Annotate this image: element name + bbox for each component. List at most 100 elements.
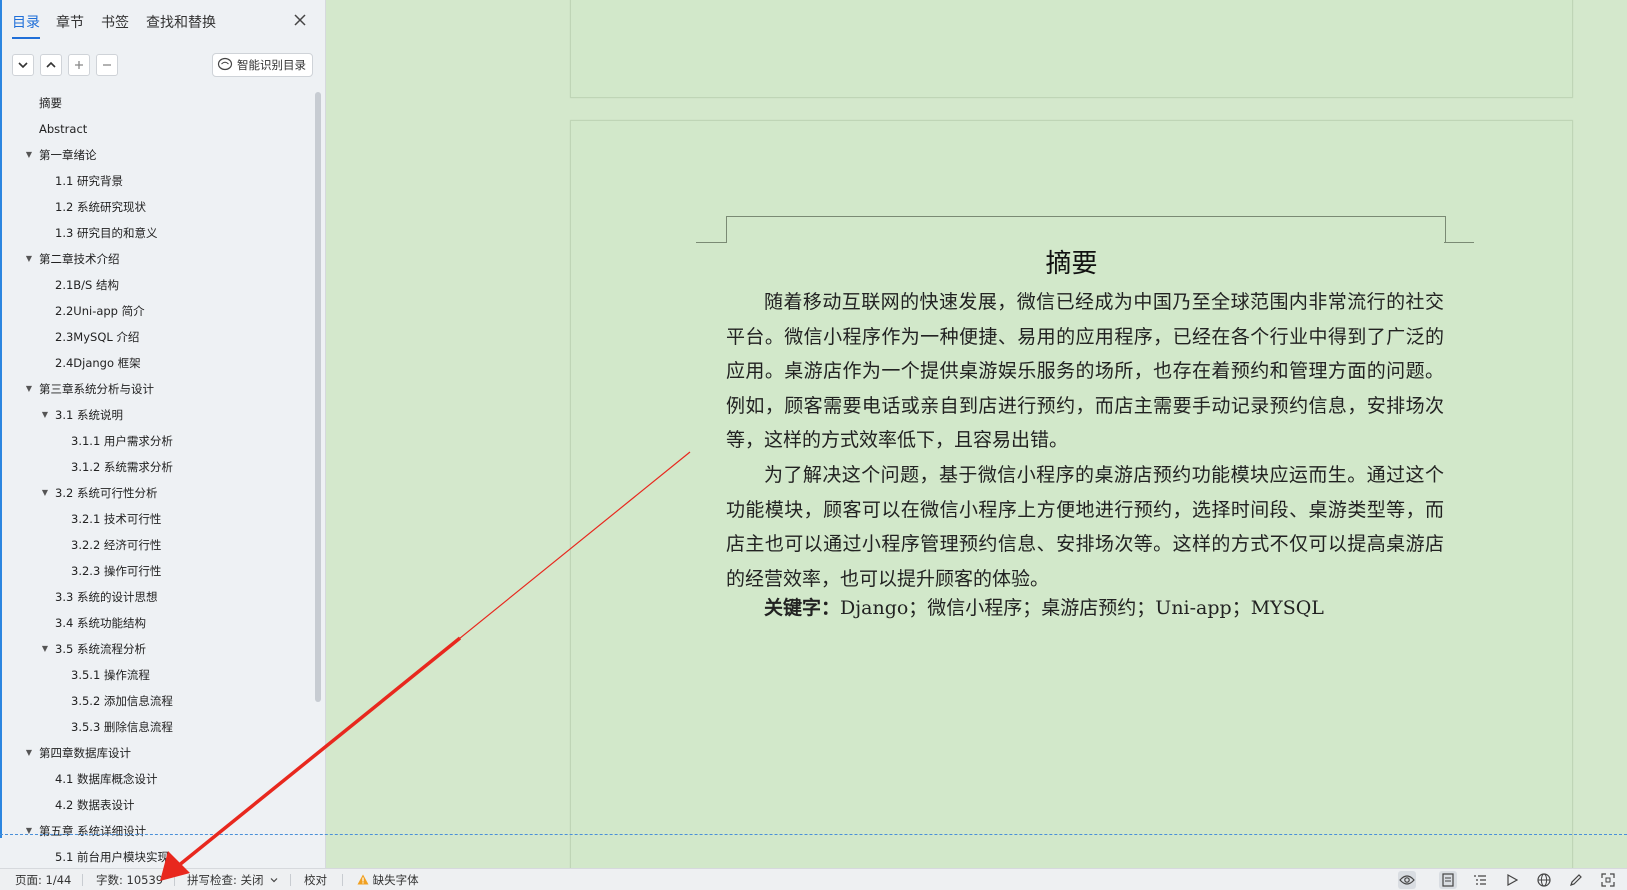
toc-item-label: 3.5.2 添加信息流程 <box>71 694 173 708</box>
toc-item-label: 3.2.2 经济可行性 <box>71 538 162 552</box>
toc-item[interactable]: 3.1.1 用户需求分析 <box>0 430 300 452</box>
toc-item[interactable]: 1.2 系统研究现状 <box>0 196 300 218</box>
tab-find-replace[interactable]: 查找和替换 <box>146 12 216 32</box>
page-header-frame <box>726 216 1446 243</box>
document-canvas[interactable]: 摘要 随着移动互联网的快速发展，微信已经成为中国乃至全球范围内非常流行的社交平台… <box>326 0 1627 868</box>
toc-item-label: 1.1 研究背景 <box>55 174 123 188</box>
toc-item[interactable]: 2.2Uni-app 简介 <box>0 300 300 322</box>
chevron-down-icon <box>270 878 278 883</box>
keywords-text: Django；微信小程序；桌游店预约；Uni-app；MYSQL <box>840 597 1324 619</box>
toc-item-label: 3.3 系统的设计思想 <box>55 590 158 604</box>
toc-item-label: 4.2 数据表设计 <box>55 798 135 812</box>
tab-bookmarks[interactable]: 书签 <box>101 12 129 32</box>
toc-item[interactable]: 2.4Django 框架 <box>0 352 300 374</box>
page-indicator[interactable]: 页面: 1/44 <box>15 872 71 888</box>
toc-item-label: 3.5.3 删除信息流程 <box>71 720 173 734</box>
toc-item-label: 3.2.3 操作可行性 <box>71 564 162 578</box>
toc-item-label: 3.1.2 系统需求分析 <box>71 460 173 474</box>
sidebar-scrollbar[interactable] <box>315 92 321 702</box>
status-divider <box>174 874 175 886</box>
status-bar: 页面: 1/44 字数: 10539 拼写检查: 关闭 校对 缺失字体 <box>0 868 1627 890</box>
caret-down-icon[interactable]: ▼ <box>24 742 34 764</box>
spell-check-label: 拼写检查: 关闭 <box>187 873 264 887</box>
caret-down-icon[interactable]: ▼ <box>24 248 34 270</box>
status-divider <box>82 874 83 886</box>
toc-item[interactable]: ▼ 第五章 系统详细设计 <box>0 820 300 842</box>
toc-item[interactable]: 3.1.2 系统需求分析 <box>0 456 300 478</box>
caret-down-icon[interactable]: ▼ <box>24 820 34 842</box>
document-page-previous <box>570 0 1573 98</box>
toc-item-label: 4.1 数据库概念设计 <box>55 772 158 786</box>
tab-chapters[interactable]: 章节 <box>56 12 84 32</box>
globe-icon[interactable] <box>1535 871 1553 889</box>
eye-icon[interactable] <box>1398 871 1416 889</box>
abstract-paragraph-1: 随着移动互联网的快速发展，微信已经成为中国乃至全球范围内非常流行的社交平台。微信… <box>726 291 1444 451</box>
sidebar-tabs: 目录 章节 书签 查找和替换 <box>0 0 325 44</box>
toc-item[interactable]: 4.2 数据表设计 <box>0 794 300 816</box>
word-count[interactable]: 字数: 10539 <box>96 872 163 888</box>
status-divider <box>342 874 343 886</box>
page-break-guide <box>0 834 1627 835</box>
toc-item[interactable]: 4.1 数据库概念设计 <box>0 768 300 790</box>
toc-item-label: 第二章技术介绍 <box>39 252 120 266</box>
spell-check-toggle[interactable]: 拼写检查: 关闭 <box>187 872 278 888</box>
keywords-line: 关键字：Django；微信小程序；桌游店预约；Uni-app；MYSQL <box>726 591 1444 625</box>
close-icon[interactable] <box>291 11 309 29</box>
toc-item[interactable]: ▼ 第一章绪论 <box>0 144 300 166</box>
toc-item[interactable]: 3.5.1 操作流程 <box>0 664 300 686</box>
toc-item[interactable]: 1.3 研究目的和意义 <box>0 222 300 244</box>
caret-down-icon[interactable]: ▼ <box>40 482 50 504</box>
toc-item[interactable]: 2.1B/S 结构 <box>0 274 300 296</box>
caret-down-icon[interactable]: ▼ <box>40 404 50 426</box>
toc-item[interactable]: 摘要 <box>0 92 300 114</box>
toc-item[interactable]: 3.5.2 添加信息流程 <box>0 690 300 712</box>
page-view-icon[interactable] <box>1439 871 1457 889</box>
toc-item[interactable]: 2.3MySQL 介绍 <box>0 326 300 348</box>
caret-down-icon[interactable]: ▼ <box>40 638 50 660</box>
smart-toc-button[interactable]: 智能识别目录 <box>212 53 313 77</box>
toc-item[interactable]: ▼ 第四章数据库设计 <box>0 742 300 764</box>
chevron-down-icon[interactable] <box>12 54 34 76</box>
toc-item[interactable]: 3.5.3 删除信息流程 <box>0 716 300 738</box>
play-icon[interactable] <box>1503 871 1521 889</box>
toc-item-label: 2.3MySQL 介绍 <box>55 330 140 344</box>
toc-item[interactable]: 3.4 系统功能结构 <box>0 612 300 634</box>
toc-item-label: 3.4 系统功能结构 <box>55 616 146 630</box>
minus-icon[interactable] <box>96 54 118 76</box>
toc-item[interactable]: Abstract <box>0 118 300 140</box>
toc-item[interactable]: 3.2.1 技术可行性 <box>0 508 300 530</box>
caret-down-icon[interactable]: ▼ <box>24 378 34 400</box>
toc-item[interactable]: ▼ 3.2 系统可行性分析 <box>0 482 300 504</box>
missing-font-button[interactable]: 缺失字体 <box>357 872 419 888</box>
toc-item-label: 3.2 系统可行性分析 <box>55 486 158 500</box>
toc-item-label: 3.1 系统说明 <box>55 408 123 422</box>
toc-item[interactable]: ▼ 第二章技术介绍 <box>0 248 300 270</box>
keywords-label: 关键字： <box>764 597 841 619</box>
missing-font-label: 缺失字体 <box>372 873 419 887</box>
toc-item-label: 摘要 <box>39 96 62 110</box>
plus-icon[interactable] <box>68 54 90 76</box>
smart-toc-icon <box>217 57 233 74</box>
toc-item[interactable]: ▼ 3.1 系统说明 <box>0 404 300 426</box>
proofread-button[interactable]: 校对 <box>304 872 327 888</box>
warning-icon <box>357 874 369 885</box>
chevron-up-icon[interactable] <box>40 54 62 76</box>
toc-item-label: 3.5 系统流程分析 <box>55 642 146 656</box>
toc-item-label: 1.3 研究目的和意义 <box>55 226 158 240</box>
toc-item-label: 第五章 系统详细设计 <box>39 824 147 838</box>
tab-toc[interactable]: 目录 <box>12 12 40 39</box>
caret-down-icon[interactable]: ▼ <box>24 144 34 166</box>
toc-item[interactable]: 1.1 研究背景 <box>0 170 300 192</box>
toc-item[interactable]: ▼ 第三章系统分析与设计 <box>0 378 300 400</box>
fullscreen-icon[interactable] <box>1599 871 1617 889</box>
toc-item[interactable]: ▼ 3.5 系统流程分析 <box>0 638 300 660</box>
abstract-paragraph-2: 为了解决这个问题，基于微信小程序的桌游店预约功能模块应运而生。通过这个功能模块，… <box>726 464 1444 590</box>
pen-icon[interactable] <box>1567 871 1585 889</box>
toc-item[interactable]: 5.1 前台用户模块实现 <box>0 846 300 868</box>
outline-view-icon[interactable] <box>1471 871 1489 889</box>
toc-item[interactable]: 3.2.3 操作可行性 <box>0 560 300 582</box>
abstract-title: 摘要 <box>1045 249 1098 279</box>
toc-item[interactable]: 3.2.2 经济可行性 <box>0 534 300 556</box>
toc-item[interactable]: 3.3 系统的设计思想 <box>0 586 300 608</box>
toc-item-label: 5.1 前台用户模块实现 <box>55 850 169 864</box>
